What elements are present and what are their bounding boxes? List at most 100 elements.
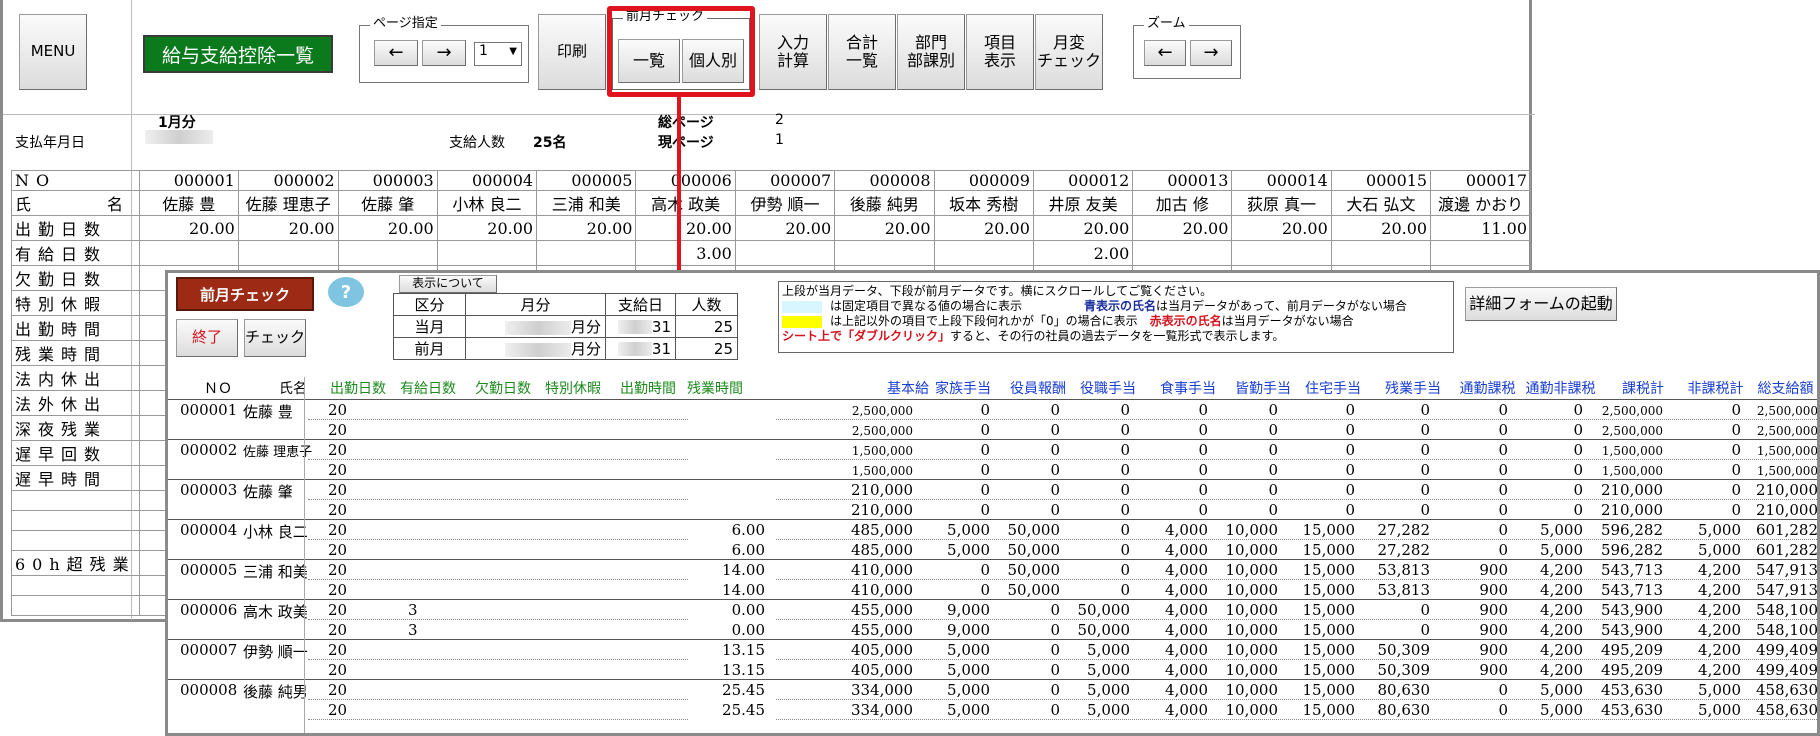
- data-cell[interactable]: 80,630: [1378, 681, 1431, 699]
- employee-name[interactable]: 佐藤 肇: [243, 481, 293, 502]
- data-cell[interactable]: 0: [1420, 441, 1430, 459]
- data-cell[interactable]: 10,000: [1226, 601, 1279, 619]
- data-cell[interactable]: 4,200: [1698, 661, 1741, 679]
- data-cell[interactable]: 485,000: [851, 541, 913, 559]
- data-cell[interactable]: 3: [408, 621, 418, 639]
- data-cell[interactable]: 0: [1498, 521, 1508, 539]
- data-cell[interactable]: 0: [1120, 481, 1130, 499]
- data-cell[interactable]: 10,000: [1226, 641, 1279, 659]
- data-cell[interactable]: 0: [1198, 481, 1208, 499]
- data-cell[interactable]: 0: [1420, 621, 1430, 639]
- data-cell[interactable]: 4,200: [1540, 621, 1583, 639]
- data-cell[interactable]: 0: [1420, 481, 1430, 499]
- data-cell[interactable]: 50,000: [1008, 541, 1061, 559]
- data-cell[interactable]: 0: [1120, 561, 1130, 579]
- data-cell[interactable]: 499,409: [1756, 641, 1817, 659]
- data-cell[interactable]: 0: [1498, 421, 1508, 439]
- data-cell[interactable]: 485,000: [851, 521, 913, 539]
- data-cell[interactable]: 0: [1573, 481, 1583, 499]
- data-cell[interactable]: 543,900: [1601, 621, 1663, 639]
- data-cell[interactable]: 25.45: [722, 681, 765, 699]
- data-cell[interactable]: 0: [1731, 461, 1741, 479]
- data-cell[interactable]: 0: [1120, 581, 1130, 599]
- data-cell[interactable]: 0: [1345, 421, 1355, 439]
- data-cell[interactable]: 0: [980, 401, 990, 419]
- data-cell[interactable]: 53,813: [1378, 561, 1431, 579]
- data-cell[interactable]: 25.45: [722, 701, 765, 719]
- data-cell[interactable]: 4,200: [1698, 621, 1741, 639]
- data-cell[interactable]: 1,500,000: [1602, 444, 1663, 458]
- data-cell[interactable]: 5,000: [1540, 681, 1583, 699]
- data-cell[interactable]: 20: [328, 521, 347, 539]
- data-cell[interactable]: 0: [1420, 461, 1430, 479]
- data-cell[interactable]: 5,000: [1698, 681, 1741, 699]
- data-cell[interactable]: 495,209: [1601, 641, 1663, 659]
- zoom-in-button[interactable]: →: [1190, 40, 1232, 66]
- data-cell[interactable]: 0: [1420, 601, 1430, 619]
- data-cell[interactable]: 9,000: [947, 621, 990, 639]
- data-cell[interactable]: 334,000: [851, 681, 913, 699]
- data-cell[interactable]: 0: [1268, 441, 1278, 459]
- data-cell[interactable]: 10,000: [1226, 661, 1279, 679]
- data-cell[interactable]: 0: [1198, 461, 1208, 479]
- data-cell[interactable]: 0: [1731, 481, 1741, 499]
- data-cell[interactable]: 50,000: [1008, 521, 1061, 539]
- data-cell[interactable]: 20: [328, 481, 347, 499]
- data-cell[interactable]: 410,000: [851, 561, 913, 579]
- data-cell[interactable]: 20: [328, 461, 347, 479]
- data-cell[interactable]: 1,500,000: [852, 464, 913, 478]
- data-cell[interactable]: 5,000: [1540, 521, 1583, 539]
- data-cell[interactable]: 1,500,000: [1757, 444, 1817, 458]
- employee-no[interactable]: 000001: [180, 401, 237, 419]
- data-cell[interactable]: 0: [1050, 601, 1060, 619]
- data-cell[interactable]: 0: [1268, 501, 1278, 519]
- data-cell[interactable]: 4,200: [1540, 561, 1583, 579]
- data-cell[interactable]: 0: [1198, 441, 1208, 459]
- data-cell[interactable]: 15,000: [1303, 681, 1356, 699]
- data-cell[interactable]: 0: [1420, 501, 1430, 519]
- data-cell[interactable]: 0: [1345, 401, 1355, 419]
- data-cell[interactable]: 20: [328, 701, 347, 719]
- data-cell[interactable]: 5,000: [1540, 701, 1583, 719]
- data-cell[interactable]: 210,000: [1601, 481, 1663, 499]
- data-cell[interactable]: 5,000: [1087, 641, 1130, 659]
- data-cell[interactable]: 0: [1198, 401, 1208, 419]
- data-cell[interactable]: 0: [980, 481, 990, 499]
- data-cell[interactable]: 0: [980, 441, 990, 459]
- data-cell[interactable]: 20: [328, 581, 347, 599]
- data-cell[interactable]: 0: [980, 561, 990, 579]
- data-cell[interactable]: 4,000: [1165, 701, 1208, 719]
- page-prev-button[interactable]: ←: [374, 40, 418, 66]
- data-cell[interactable]: 0: [1731, 441, 1741, 459]
- data-cell[interactable]: 0: [1050, 661, 1060, 679]
- data-cell[interactable]: 601,282: [1756, 521, 1817, 539]
- data-cell[interactable]: 495,209: [1601, 661, 1663, 679]
- data-cell[interactable]: 20: [328, 681, 347, 699]
- input-calc-button[interactable]: 入力 計算: [759, 14, 827, 90]
- dept-button[interactable]: 部門 部課別: [897, 14, 965, 90]
- data-cell[interactable]: 0: [1120, 401, 1130, 419]
- data-cell[interactable]: 0: [1050, 621, 1060, 639]
- data-cell[interactable]: 0: [1345, 481, 1355, 499]
- data-cell[interactable]: 0: [1120, 501, 1130, 519]
- data-cell[interactable]: 5,000: [947, 521, 990, 539]
- data-cell[interactable]: 9,000: [947, 601, 990, 619]
- data-cell[interactable]: 0: [1573, 441, 1583, 459]
- data-cell[interactable]: 4,000: [1165, 661, 1208, 679]
- data-cell[interactable]: 455,000: [851, 601, 913, 619]
- payroll-list-title-button[interactable]: 給与支給控除一覧: [143, 35, 333, 73]
- data-cell[interactable]: 5,000: [947, 641, 990, 659]
- data-cell[interactable]: 15,000: [1303, 581, 1356, 599]
- item-display-button[interactable]: 項目 表示: [966, 14, 1034, 90]
- data-cell[interactable]: 0: [1498, 681, 1508, 699]
- data-cell[interactable]: 0: [980, 581, 990, 599]
- data-cell[interactable]: 1,500,000: [852, 444, 913, 458]
- data-cell[interactable]: 5,000: [947, 681, 990, 699]
- data-cell[interactable]: 15,000: [1303, 541, 1356, 559]
- data-cell[interactable]: 50,309: [1378, 641, 1431, 659]
- data-cell[interactable]: 0: [1120, 541, 1130, 559]
- data-cell[interactable]: 50,000: [1008, 581, 1061, 599]
- data-cell[interactable]: 6.00: [732, 541, 765, 559]
- data-cell[interactable]: 900: [1479, 581, 1508, 599]
- data-cell[interactable]: 4,000: [1165, 601, 1208, 619]
